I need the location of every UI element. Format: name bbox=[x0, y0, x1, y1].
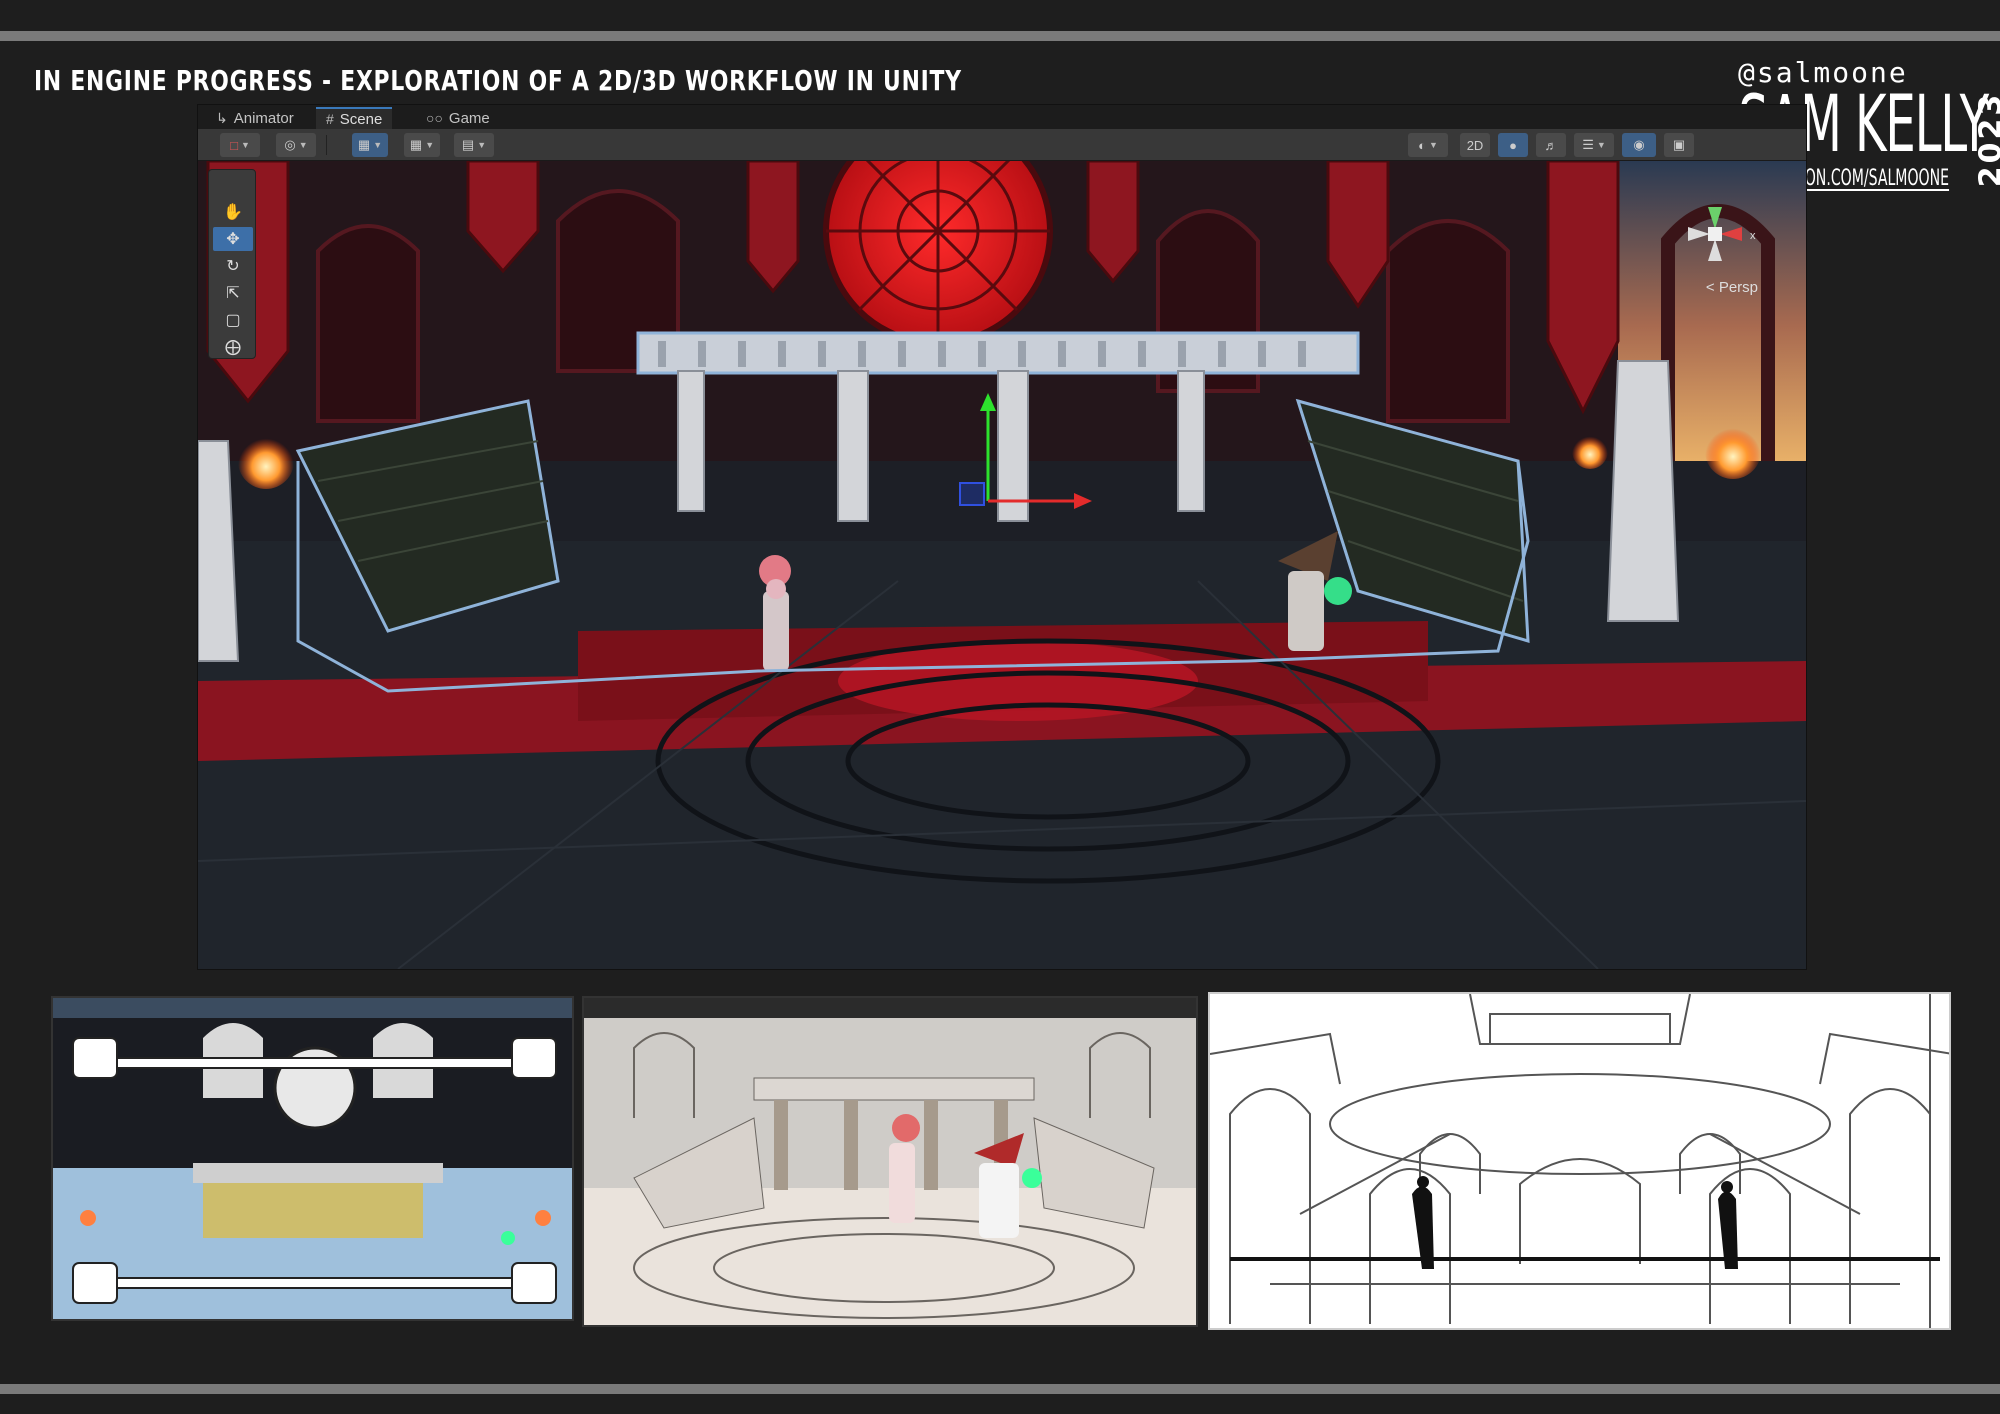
tab-label: Game bbox=[448, 109, 490, 127]
tab-label: Animator bbox=[233, 109, 294, 127]
move-icon: ✥ bbox=[226, 231, 240, 248]
grid-lines-icon: ▤ bbox=[461, 137, 475, 152]
move-tool-button[interactable]: ✥ bbox=[213, 227, 253, 251]
speaker-icon: ♬ bbox=[1544, 137, 1558, 153]
overlay-render bbox=[53, 1018, 572, 1319]
unlit-render bbox=[584, 1018, 1196, 1325]
tab-animator[interactable]: ↳ Animator bbox=[206, 107, 304, 129]
persp-text: Persp bbox=[1718, 279, 1758, 296]
rotate-tool-button[interactable]: ↻ bbox=[213, 254, 253, 278]
eye-icon: ◉ bbox=[1633, 137, 1645, 152]
light-bulb-icon: ● bbox=[1509, 137, 1517, 153]
toggle-2d-label: 2D bbox=[1466, 137, 1484, 153]
tab-game[interactable]: ○○ Game bbox=[416, 107, 500, 129]
scene-tool-panel: ✋ ✥ ↻ ⇱ ▢ ⨁ bbox=[208, 169, 256, 359]
gamepad-icon: ○○ bbox=[426, 110, 443, 126]
audio-toggle[interactable]: ♬ bbox=[1536, 133, 1566, 157]
lighting-toggle[interactable]: ● bbox=[1498, 133, 1528, 157]
brand-year: 2023 bbox=[1973, 91, 2000, 188]
grid-visibility-dropdown[interactable]: ▤ ▼ bbox=[454, 133, 494, 157]
rect-icon: ▢ bbox=[225, 312, 241, 329]
rotate-icon: ↻ bbox=[226, 258, 240, 275]
thumbnail-game-view-overlay bbox=[51, 996, 574, 1321]
snap-grid-icon: ▦ bbox=[409, 137, 423, 152]
scene-visibility-toggle[interactable]: ◉ bbox=[1622, 133, 1656, 157]
rect-tool-button[interactable]: ▢ bbox=[213, 308, 253, 332]
sketch-drawing bbox=[1210, 994, 1949, 1328]
grid-snap-dropdown[interactable]: ▦ ▼ bbox=[352, 133, 388, 157]
tab-scene[interactable]: # Scene bbox=[316, 107, 393, 129]
scale-tool-button[interactable]: ⇱ bbox=[213, 281, 253, 305]
camera-icon: ▣ bbox=[1672, 137, 1686, 152]
globe-icon: ◎ bbox=[284, 137, 296, 152]
mini-editor-bar bbox=[584, 998, 1196, 1018]
orientation-gizmo[interactable]: x bbox=[1660, 179, 1770, 289]
thumbnail-game-view-unlit bbox=[582, 996, 1198, 1327]
draw-mode-icon: □ bbox=[230, 137, 238, 153]
hand-tool-button[interactable]: ✋ bbox=[213, 200, 253, 224]
scale-icon: ⇱ bbox=[226, 285, 240, 302]
scene-grid-icon: # bbox=[326, 111, 334, 127]
tab-label: Scene bbox=[339, 110, 383, 128]
toggle-2d-button[interactable]: 2D bbox=[1460, 133, 1490, 157]
gizmo-x-label: x bbox=[1750, 230, 1756, 242]
camera-settings-button[interactable]: ▣ bbox=[1664, 133, 1694, 157]
scene-toolbar: □ ▼ ◎ ▼ ▦ ▼ ▦ ▼ ▤ ▼ ◐ ▼ 2D ● ♬ ☰ ▼ ◉ ▣ bbox=[198, 129, 1806, 161]
effects-dropdown[interactable]: ☰ ▼ bbox=[1574, 133, 1614, 157]
effects-icon: ☰ bbox=[1582, 137, 1594, 152]
scene-viewport[interactable]: ✋ ✥ ↻ ⇱ ▢ ⨁ x < Persp bbox=[198, 161, 1806, 969]
top-divider-band bbox=[0, 31, 2000, 41]
unity-editor-window: ↳ Animator # Scene ○○ Game □ ▼ ◎ ▼ ▦ ▼ ▦ ▼ ▤… bbox=[197, 104, 1807, 970]
grid-icon: ▦ bbox=[357, 137, 371, 152]
transform-icon: ⨁ bbox=[225, 339, 241, 356]
snap-increment-dropdown[interactable]: ▦ ▼ bbox=[404, 133, 440, 157]
transform-tool-button[interactable]: ⨁ bbox=[213, 335, 253, 359]
mini-editor-bar bbox=[53, 998, 572, 1018]
draw-mode-dropdown[interactable]: □ ▼ bbox=[220, 133, 260, 157]
hand-icon: ✋ bbox=[223, 204, 243, 221]
page-title: IN ENGINE PROGRESS - EXPLORATION OF A 2D… bbox=[34, 64, 962, 97]
sphere-icon: ◐ bbox=[1418, 137, 1426, 153]
thumbnail-layout-sketch bbox=[1208, 992, 1951, 1330]
scene-render bbox=[198, 161, 1806, 969]
global-local-dropdown[interactable]: ◎ ▼ bbox=[276, 133, 316, 157]
projection-mode-label[interactable]: < Persp bbox=[1706, 279, 1758, 296]
editor-tab-bar: ↳ Animator # Scene ○○ Game bbox=[198, 105, 1806, 129]
animator-icon: ↳ bbox=[216, 109, 228, 126]
bottom-divider-band bbox=[0, 1384, 2000, 1394]
shading-mode-dropdown[interactable]: ◐ ▼ bbox=[1408, 133, 1448, 157]
